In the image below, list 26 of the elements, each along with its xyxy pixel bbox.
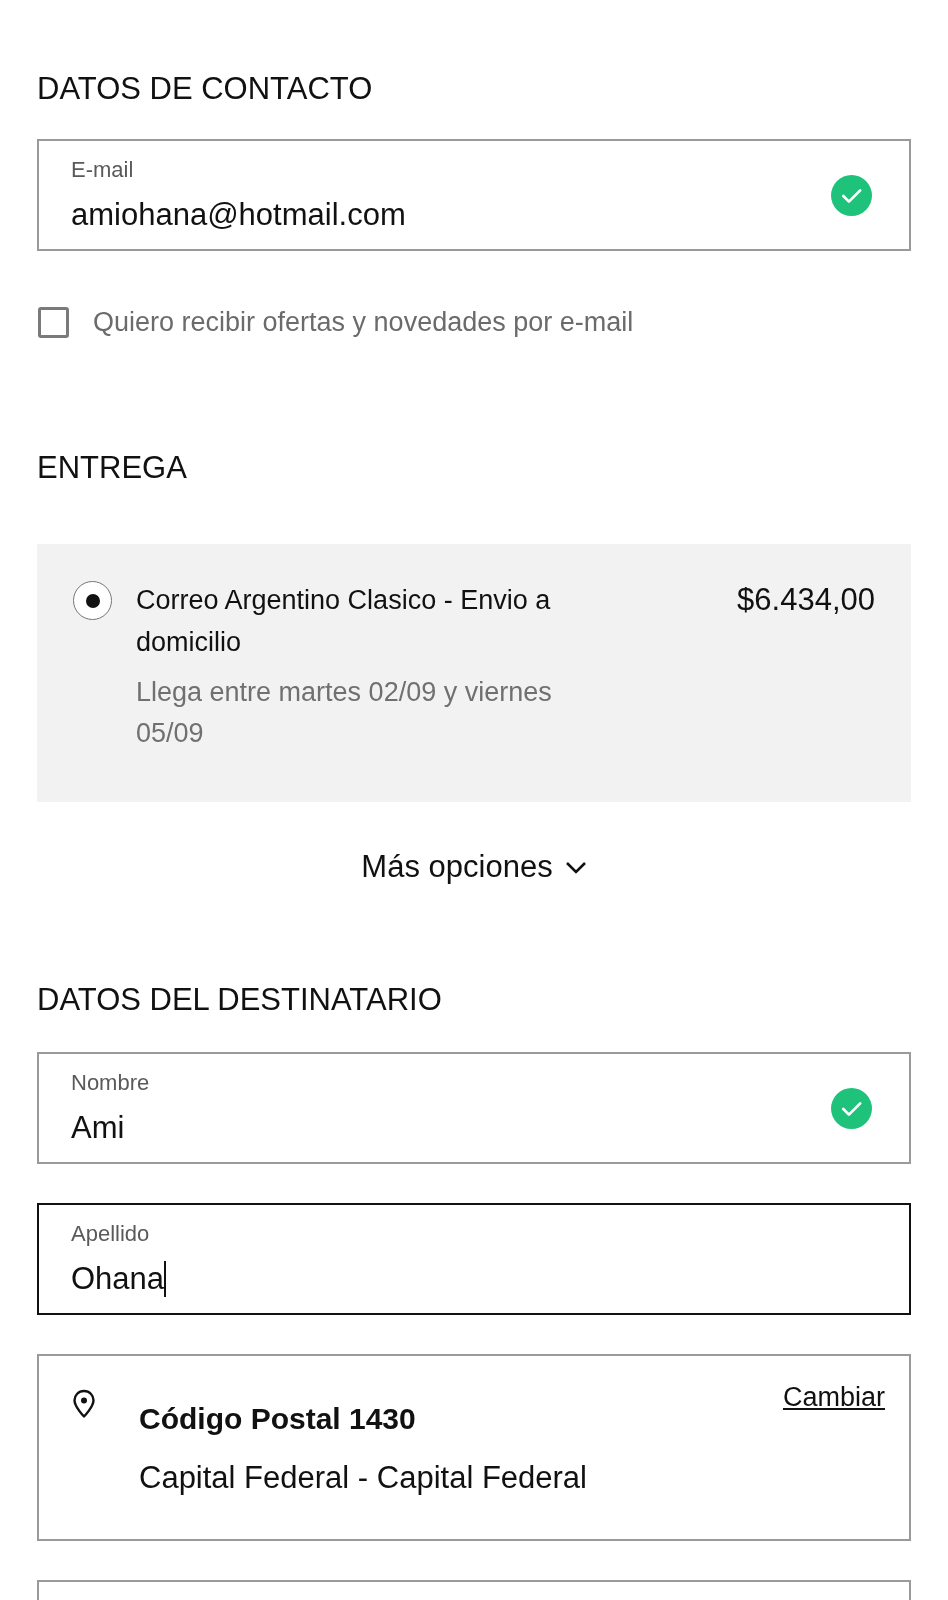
text-cursor [164,1260,167,1297]
shipping-option-title: Correo Argentino Clasico - Envio a domicilio [136,584,552,659]
map-pin-icon [72,1389,96,1419]
field-label: Nombre [71,1069,151,1096]
chevron-down-icon [564,860,587,874]
shipping-option[interactable]: Correo Argentino Clasico - Envio a domicilio Llega entre martes 02/09 y viernes 05/09 $6.434,00 [37,544,911,802]
more-options-button[interactable]: Más opciones [361,849,587,885]
section-heading: ENTREGA [37,450,187,486]
email-field[interactable]: E-mail amiohana@hotmail.com [37,139,911,251]
delivery-estimate: Llega entre martes 02/09 y viernes 05/09 [136,676,553,750]
field-value: Ami [71,1108,125,1147]
location-text: Capital Federal - Capital Federal [139,1459,587,1497]
field-value: amiohana@hotmail.com [71,195,406,234]
checkbox[interactable] [38,306,69,338]
section-heading: DATOS DE CONTACTO [37,71,373,107]
section-heading: DATOS DEL DESTINATARIO [37,982,442,1018]
text-field[interactable]: Apellido Ohana [37,1203,911,1315]
postal-code-title: Código Postal 1430 [139,1401,417,1437]
shipping-price: $6.434,00 [737,581,875,619]
radio-button[interactable] [73,581,112,620]
change-link[interactable]: Cambiar [782,1381,885,1413]
field-label: Apellido [71,1220,151,1247]
field-label: E-mail [71,156,135,183]
newsletter-label[interactable]: Quiero recibir ofertas y novedades por e-mail [93,306,634,338]
field-value: Ohana [71,1259,165,1298]
text-field[interactable]: Nombre Ami [37,1052,911,1164]
